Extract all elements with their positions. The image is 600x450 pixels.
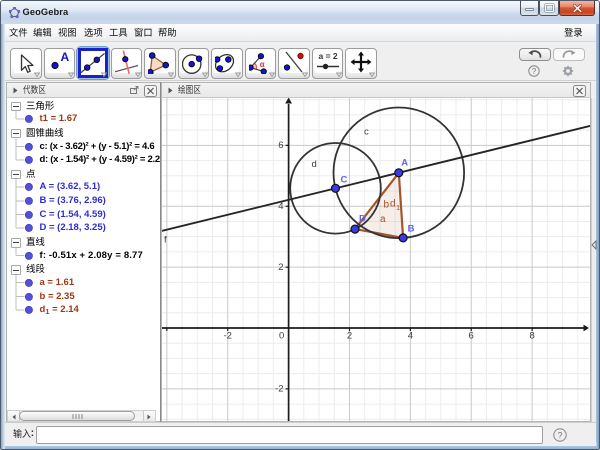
svg-text:d: d <box>390 199 396 210</box>
svg-text:c: c <box>364 127 369 138</box>
svg-text:D: D <box>359 214 366 225</box>
svg-text:b: b <box>384 200 390 211</box>
svg-text:2: 2 <box>347 331 352 342</box>
svg-text:a: a <box>380 214 386 225</box>
svg-text:0: 0 <box>279 331 284 342</box>
svg-text:6: 6 <box>278 140 283 151</box>
svg-text:8: 8 <box>529 331 534 342</box>
svg-text:α: α <box>259 60 264 69</box>
svg-text:B: B <box>408 223 415 234</box>
svg-text:-2: -2 <box>223 331 231 342</box>
svg-text:A: A <box>401 157 408 168</box>
svg-text:a = 2: a = 2 <box>318 51 337 61</box>
svg-text:6: 6 <box>469 331 474 342</box>
svg-text:4: 4 <box>408 331 413 342</box>
svg-text:d: d <box>312 159 317 170</box>
svg-text:C: C <box>341 174 348 185</box>
svg-text:?: ? <box>557 430 562 440</box>
svg-text:A: A <box>60 50 69 64</box>
svg-text:1: 1 <box>396 203 400 212</box>
svg-text:?: ? <box>531 67 536 76</box>
svg-text:2: 2 <box>278 262 283 273</box>
svg-text:f: f <box>164 235 167 246</box>
svg-text:-2: -2 <box>275 384 283 395</box>
